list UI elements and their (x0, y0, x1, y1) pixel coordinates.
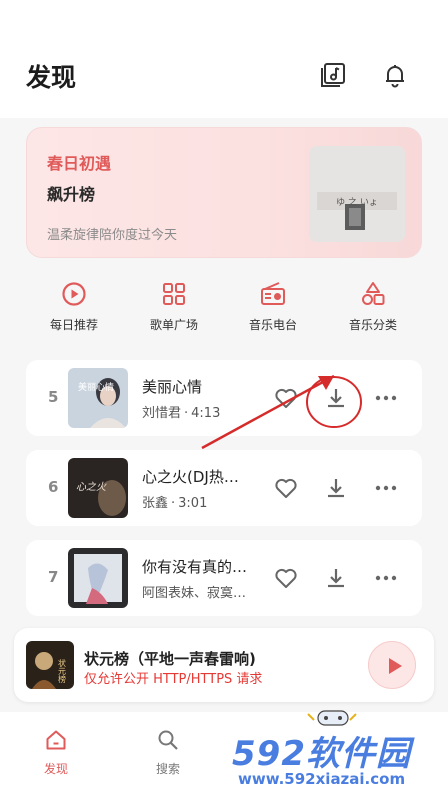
song-cover-image: 美丽心情 (68, 368, 128, 428)
grid-icon (163, 283, 185, 305)
radio-icon (261, 282, 285, 305)
song-duration: 4:13 (191, 406, 221, 421)
top-bar: 发现 (0, 0, 448, 118)
song-title: 心之火(DJ热… (142, 468, 239, 486)
player-title: 状元榜（平地一声春雷响) (84, 650, 256, 668)
feature-title: 春日初遇 (47, 154, 112, 173)
song-cover-text: 心之火 (76, 481, 107, 493)
watermark-brand: 592软件园 (232, 734, 411, 774)
meta-separator: · (184, 406, 189, 421)
nav-label: 发现 (43, 762, 68, 776)
category-label: 音乐电台 (248, 318, 297, 332)
gamepad-icon (304, 708, 360, 728)
music-library-icon[interactable] (318, 60, 348, 90)
song-cover-image: 心之火 (68, 458, 128, 518)
mini-player[interactable]: 状元榜 状元榜（平地一声春雷响) 仅允许公开 HTTP/HTTPS 请求 (14, 628, 434, 702)
feature-cover-image: ゆ 之 いょ (309, 146, 405, 242)
song-title: 你有没有真的… (142, 558, 248, 576)
nav-item-discover[interactable]: 发现 (26, 728, 86, 777)
feature-cover-text: ゆ 之 いょ (336, 196, 378, 208)
player-warning: 仅允许公开 HTTP/HTTPS 请求 (84, 672, 263, 687)
download-icon[interactable] (322, 564, 350, 592)
nav-label: 搜索 (155, 762, 180, 776)
song-row[interactable]: 6 心之火 心之火(DJ热… 张鑫 · 3:01 (26, 450, 422, 526)
song-row[interactable]: 7 你有没有真的… 阿图表妹、寂寞… (26, 540, 422, 616)
home-icon (46, 730, 66, 750)
play-icon (389, 658, 402, 674)
category-label: 歌单广场 (149, 318, 198, 332)
download-icon[interactable] (322, 384, 350, 412)
song-rank: 7 (48, 568, 59, 586)
song-meta: 张鑫 · 3:01 (142, 492, 207, 511)
player-cover-image: 状元榜 (26, 641, 74, 689)
feature-description: 温柔旋律陪你度过今天 (47, 228, 178, 243)
category-row: 每日推荐 歌单广场 音乐电台 音乐分类 (0, 280, 448, 342)
search-icon (158, 730, 178, 750)
watermark-url: www.592xiazai.com (238, 770, 406, 788)
song-row[interactable]: 5 美丽心情 美丽心情 刘惜君 · 4:13 (26, 360, 422, 436)
category-radio[interactable]: 音乐电台 (223, 280, 323, 333)
song-meta: 刘惜君 · 4:13 (142, 402, 220, 421)
song-cover-text: 美丽心情 (78, 381, 114, 393)
watermark: 592软件园 www.592xiazai.com (228, 726, 444, 796)
more-icon[interactable] (372, 474, 400, 502)
song-rank: 5 (48, 388, 59, 406)
more-icon[interactable] (372, 384, 400, 412)
song-title: 美丽心情 (142, 378, 203, 396)
feature-subtitle: 飙升榜 (47, 185, 96, 204)
category-playlist-square[interactable]: 歌单广场 (124, 280, 224, 333)
player-cover-text: 状元榜 (58, 658, 67, 684)
song-artist: 张鑫 (142, 496, 169, 511)
heart-icon[interactable] (272, 474, 300, 502)
song-rank: 6 (48, 478, 59, 496)
song-meta: 阿图表妹、寂寞… (142, 582, 246, 601)
category-label: 每日推荐 (49, 318, 98, 332)
song-duration: 3:01 (178, 496, 208, 511)
song-artist: 阿图表妹、寂寞… (142, 586, 247, 601)
category-genre[interactable]: 音乐分类 (323, 280, 423, 333)
play-circle-icon (62, 282, 86, 306)
meta-separator: · (171, 496, 176, 511)
bell-icon[interactable] (380, 60, 410, 90)
shapes-icon (362, 282, 385, 305)
download-icon[interactable] (322, 474, 350, 502)
feature-card[interactable]: 春日初遇 飙升榜 温柔旋律陪你度过今天 ゆ 之 いょ (26, 127, 422, 258)
song-artist: 刘惜君 (142, 406, 182, 421)
song-cover-image (68, 548, 128, 608)
heart-icon[interactable] (272, 564, 300, 592)
category-label: 音乐分类 (348, 318, 397, 332)
play-button[interactable] (368, 641, 416, 689)
category-daily-recommend[interactable]: 每日推荐 (24, 280, 124, 333)
heart-icon[interactable] (272, 384, 300, 412)
more-icon[interactable] (372, 564, 400, 592)
nav-item-search[interactable]: 搜索 (138, 728, 198, 777)
page-title: 发现 (26, 63, 77, 92)
